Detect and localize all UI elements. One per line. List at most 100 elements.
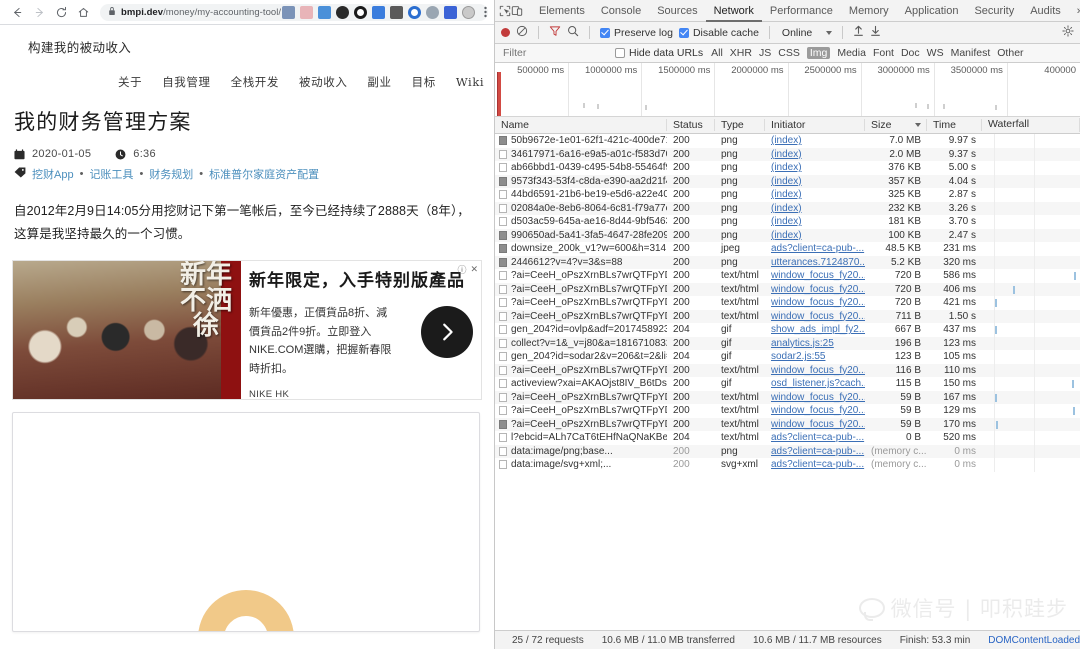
- extension-icon-6[interactable]: [372, 5, 385, 19]
- table-row[interactable]: 9573f343-53f4-c8da-e390-aa2d21f47e00... 2…: [495, 174, 1080, 188]
- tab-sources[interactable]: Sources: [649, 0, 705, 22]
- forward-arrow-icon[interactable]: [28, 2, 50, 22]
- type-filter-css[interactable]: CSS: [778, 47, 800, 59]
- type-filter-js[interactable]: JS: [759, 47, 771, 59]
- extension-icon-7[interactable]: [390, 5, 403, 19]
- table-row[interactable]: 34617971-6a16-e9a5-a01c-f583d7086b4... 20…: [495, 147, 1080, 161]
- tag-link-2[interactable]: 记账工具: [89, 166, 133, 182]
- type-filter-other[interactable]: Other: [997, 47, 1023, 59]
- initiator-link[interactable]: window_focus_fy20...: [771, 311, 865, 322]
- type-filter-manifest[interactable]: Manifest: [951, 47, 991, 59]
- extension-icon-8[interactable]: [408, 5, 421, 19]
- table-row[interactable]: l?ebcid=ALh7CaT6tEHfNaQNaKBeUSilzr... 204…: [495, 431, 1080, 445]
- nav-item-side-business[interactable]: 副业: [367, 74, 391, 90]
- table-row[interactable]: 44bd6591-21b6-be19-e5d6-a22e404a61... 200…: [495, 188, 1080, 202]
- type-filter-img[interactable]: Img: [806, 47, 831, 59]
- initiator-link[interactable]: window_focus_fy20...: [771, 419, 865, 430]
- column-header-size[interactable]: Size: [865, 119, 927, 131]
- table-row[interactable]: collect?v=1&_v=j80&a=1816710832&t=p... 20…: [495, 336, 1080, 350]
- tag-link-4[interactable]: 标准普尔家庭资产配置: [209, 166, 319, 182]
- extension-icon-3[interactable]: [318, 5, 331, 19]
- initiator-link[interactable]: ads?client=ca-pub-...: [771, 459, 864, 470]
- type-filter-media[interactable]: Media: [837, 47, 866, 59]
- tab-performance[interactable]: Performance: [762, 0, 841, 22]
- initiator-link[interactable]: ads?client=ca-pub-...: [771, 446, 864, 457]
- initiator-link[interactable]: (index): [771, 149, 802, 160]
- ad-info-icon[interactable]: ⓘ: [457, 263, 466, 276]
- nav-item-goals[interactable]: 目标: [412, 74, 436, 90]
- initiator-link[interactable]: osd_listener.js?cach...: [771, 378, 865, 389]
- network-request-list[interactable]: 50b9672e-1e01-62f1-421c-400de71e914... 20…: [495, 134, 1080, 630]
- extension-icon-5[interactable]: [354, 5, 367, 19]
- table-row[interactable]: 50b9672e-1e01-62f1-421c-400de71e914... 20…: [495, 134, 1080, 148]
- column-header-waterfall[interactable]: Waterfall: [982, 118, 1080, 132]
- home-icon[interactable]: [72, 2, 94, 22]
- hide-data-urls-checkbox[interactable]: Hide data URLs: [615, 47, 703, 59]
- initiator-link[interactable]: ads?client=ca-pub-...: [771, 432, 864, 443]
- ad-image[interactable]: 新年不洒徐: [13, 261, 241, 400]
- initiator-link[interactable]: (index): [771, 189, 802, 200]
- column-header-time[interactable]: Time: [927, 119, 982, 131]
- tag-link-1[interactable]: 挖财App: [32, 166, 74, 182]
- initiator-link[interactable]: show_ads_impl_fy2...: [771, 324, 865, 335]
- table-row[interactable]: 02084a0e-8eb6-8064-6c81-f79a77cc469... 20…: [495, 201, 1080, 215]
- gear-icon[interactable]: [1062, 25, 1074, 40]
- back-arrow-icon[interactable]: [6, 2, 28, 22]
- type-filter-doc[interactable]: Doc: [901, 47, 920, 59]
- nav-item-self-management[interactable]: 自我管理: [162, 74, 210, 90]
- initiator-link[interactable]: window_focus_fy20...: [771, 297, 865, 308]
- table-row[interactable]: 990650ad-5a41-3fa5-4647-28fe20962e2f... 2…: [495, 228, 1080, 242]
- tab-elements[interactable]: Elements: [531, 0, 593, 22]
- table-row[interactable]: gen_204?id=ovlp&adf=2017458923&arm... 204…: [495, 323, 1080, 337]
- table-row[interactable]: ?ai=CeeH_oPszXrnBLs7wrQTFpYDQA_3l... 200 t…: [495, 269, 1080, 283]
- disable-cache-checkbox[interactable]: Disable cache: [678, 27, 759, 39]
- import-har-icon[interactable]: [853, 25, 864, 40]
- extension-icon-2[interactable]: [300, 5, 313, 19]
- column-header-name[interactable]: Name: [495, 119, 667, 131]
- extension-icon-4[interactable]: [336, 5, 349, 19]
- table-row[interactable]: gen_204?id=sodar2&v=206&t=2&li=gda_... 20…: [495, 350, 1080, 364]
- device-toolbar-icon[interactable]: [511, 1, 523, 21]
- table-row[interactable]: downsize_200k_v1?w=600&h=314 200 jpeg ads?c…: [495, 242, 1080, 256]
- nav-item-fullstack[interactable]: 全栈开发: [231, 74, 279, 90]
- initiator-link[interactable]: (index): [771, 176, 802, 187]
- table-row[interactable]: ?ai=CeeH_oPszXrnBLs7wrQTFpYDQA_3l... 200 t…: [495, 282, 1080, 296]
- network-overview-timeline[interactable]: 500000 ms 1000000 ms 1500000 ms 2000000 ms 2…: [495, 63, 1080, 117]
- nav-item-passive-income[interactable]: 被动收入: [299, 74, 347, 90]
- table-row[interactable]: ?ai=CeeH_oPszXrnBLs7wrQTFpYDQA_3l... 200 t…: [495, 309, 1080, 323]
- tab-console[interactable]: Console: [593, 0, 649, 22]
- tab-network[interactable]: Network: [706, 0, 762, 22]
- initiator-link[interactable]: (index): [771, 216, 802, 227]
- nav-item-wiki[interactable]: Wiki: [456, 75, 484, 89]
- advertisement[interactable]: 新年不洒徐 ⓘ ✕ 新年限定，入手特别版產品 新年優惠，正價貨品8折、減價貨品2…: [12, 260, 482, 400]
- search-icon[interactable]: [567, 25, 579, 40]
- avatar[interactable]: [462, 5, 475, 19]
- initiator-link[interactable]: window_focus_fy20...: [771, 392, 865, 403]
- inspect-element-icon[interactable]: [499, 1, 511, 21]
- initiator-link[interactable]: sodar2.js:55: [771, 351, 825, 362]
- tab-memory[interactable]: Memory: [841, 0, 897, 22]
- initiator-link[interactable]: analytics.js:25: [771, 338, 834, 349]
- type-filter-font[interactable]: Font: [873, 47, 894, 59]
- column-header-type[interactable]: Type: [715, 119, 765, 131]
- type-filter-xhr[interactable]: XHR: [730, 47, 752, 59]
- throttle-select[interactable]: Online: [780, 27, 833, 39]
- initiator-link[interactable]: window_focus_fy20...: [771, 405, 865, 416]
- nav-item-about[interactable]: 关于: [118, 74, 142, 90]
- table-row[interactable]: ab66bbd1-0439-c495-54b8-55464f96b9... 200…: [495, 161, 1080, 175]
- tab-security[interactable]: Security: [966, 0, 1022, 22]
- reload-icon[interactable]: [50, 2, 72, 22]
- initiator-link[interactable]: utterances.7124870...: [771, 257, 865, 268]
- tab-application[interactable]: Application: [897, 0, 967, 22]
- initiator-link[interactable]: (index): [771, 135, 802, 146]
- table-row[interactable]: data:image/svg+xml;... 200 svg+xml ads?clie…: [495, 458, 1080, 472]
- extension-icon-9[interactable]: [426, 5, 439, 19]
- chevron-right-icon[interactable]: [421, 306, 473, 359]
- table-row[interactable]: 2446612?v=4?v=3&s=88 200 png utterances.712…: [495, 255, 1080, 269]
- table-row[interactable]: d503ac59-645a-ae16-8d44-9bf546384c3... 20…: [495, 215, 1080, 229]
- tag-link-3[interactable]: 财务规划: [149, 166, 193, 182]
- table-row[interactable]: data:image/png;base... 200 png ads?client=c…: [495, 444, 1080, 458]
- table-row[interactable]: ?ai=CeeH_oPszXrnBLs7wrQTFpYDQA_3l... 200 t…: [495, 363, 1080, 377]
- initiator-link[interactable]: (index): [771, 230, 802, 241]
- initiator-link[interactable]: (index): [771, 203, 802, 214]
